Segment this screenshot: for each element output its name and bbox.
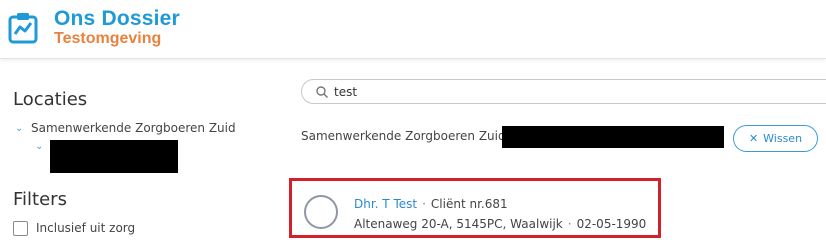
close-icon: ✕ [748, 132, 759, 145]
separator: · [422, 197, 426, 211]
search-icon [316, 86, 328, 98]
app-subtitle: Testomgeving [54, 30, 162, 47]
avatar [304, 195, 338, 229]
client-address: Altenaweg 20-A, 5145PC, Waalwijk [354, 217, 563, 231]
include-out-of-care-checkbox[interactable] [13, 221, 28, 236]
location-tree-item[interactable]: Samenwerkende Zorgboeren Zuid [31, 121, 236, 135]
breadcrumb: Samenwerkende Zorgboeren Zuid [301, 129, 506, 143]
client-name-link[interactable]: Dhr. T Test [354, 197, 417, 211]
client-result-card[interactable]: Dhr. T Test · Cliënt nr.681 Altenaweg 20-A… [289, 178, 661, 238]
clear-filter-label: Wissen [763, 132, 803, 145]
clear-filter-button[interactable]: ✕ Wissen [733, 125, 818, 152]
result-line-primary: Dhr. T Test · Cliënt nr.681 [354, 197, 508, 211]
search-input[interactable] [334, 83, 814, 101]
app-title: Ons Dossier [54, 7, 180, 30]
chevron-down-icon[interactable]: ⌄ [35, 141, 43, 152]
search-box[interactable] [301, 79, 826, 104]
chart-clipboard-icon [8, 13, 38, 44]
chevron-down-icon[interactable]: ⌄ [15, 123, 23, 134]
client-birth-date: 02-05-1990 [576, 217, 647, 231]
redacted-sublocation [50, 140, 178, 173]
app-header: Ons Dossier Testomgeving [0, 0, 826, 59]
redacted-breadcrumb [502, 126, 724, 148]
include-out-of-care-label: Inclusief uit zorg [36, 221, 136, 235]
result-line-secondary: Altenaweg 20-A, 5145PC, Waalwijk · 02-05-1… [354, 217, 646, 231]
locations-heading: Locaties [13, 89, 88, 110]
separator: · [567, 217, 572, 231]
filters-heading: Filters [13, 189, 67, 210]
client-number: Cliënt nr.681 [430, 197, 508, 211]
